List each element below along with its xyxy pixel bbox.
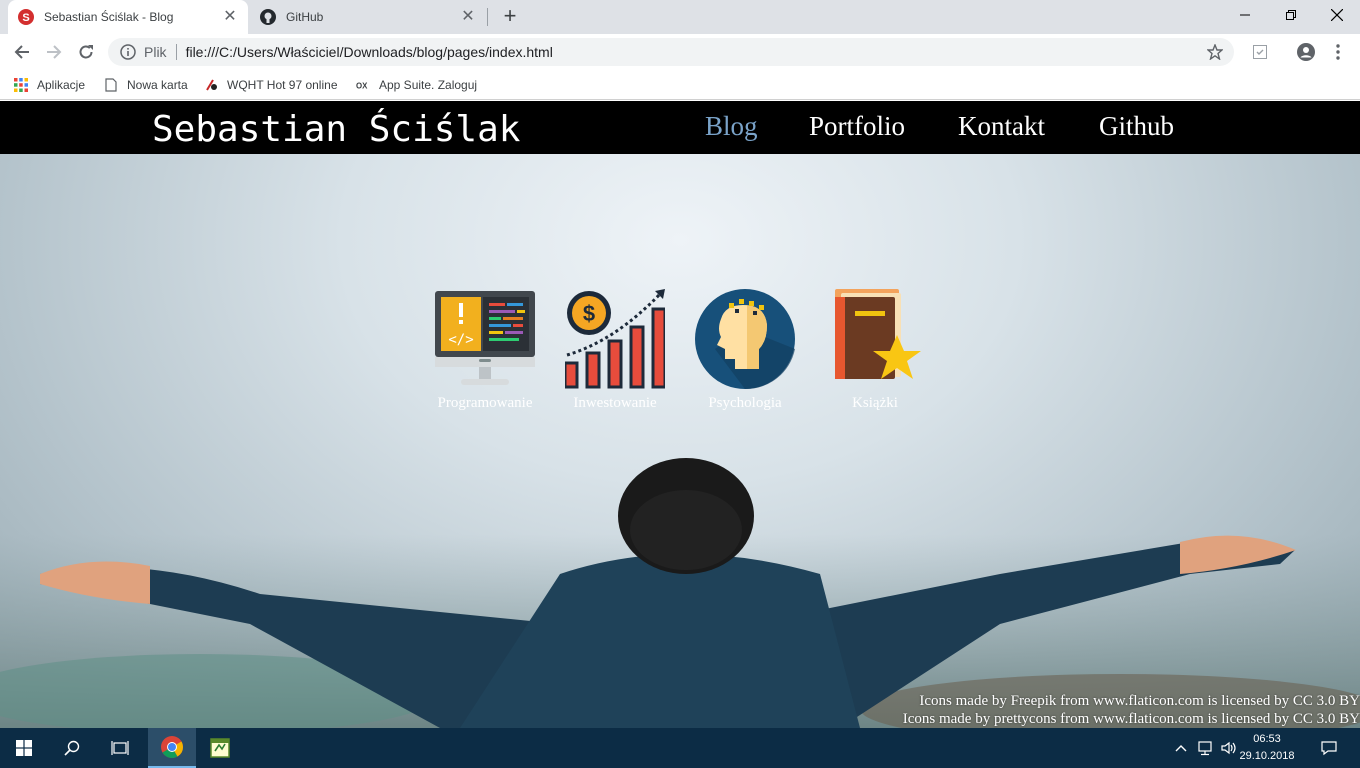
nav-kontakt-link[interactable]: Kontakt <box>958 111 1045 142</box>
head-mind-icon <box>695 289 795 389</box>
bookmark-star-icon[interactable] <box>1206 43 1224 61</box>
icon-credits: Icons made by Freepik from www.flaticon.… <box>903 692 1360 728</box>
svg-text:</>: </> <box>448 332 473 348</box>
reload-icon[interactable] <box>74 40 98 64</box>
growth-chart-icon: $ <box>565 289 665 389</box>
hero-person-image <box>0 458 1360 728</box>
credit-line: Icons made by prettycons from www.flatic… <box>902 711 1360 727</box>
forward-arrow-icon[interactable] <box>42 40 66 64</box>
tab-github[interactable]: GitHub ✕ <box>250 0 486 34</box>
search-icon[interactable] <box>48 728 96 768</box>
notification-icon[interactable] <box>1314 728 1344 768</box>
ox-icon: OX <box>356 78 370 92</box>
network-icon[interactable] <box>1194 728 1216 768</box>
category-programowanie[interactable]: </> Programowanie <box>425 289 545 412</box>
address-bar[interactable]: Plik file:///C:/Users/Właściciel/Downloa… <box>108 38 1234 66</box>
tab-blog[interactable]: S Sebastian Ściślak - Blog ✕ <box>8 0 248 34</box>
windows-start-icon[interactable] <box>0 728 48 768</box>
chevron-up-icon[interactable] <box>1172 728 1190 768</box>
svg-text:S: S <box>22 12 29 24</box>
taskbar: 06:53 29.10.2018 <box>0 728 1360 768</box>
minimize-icon[interactable] <box>1222 0 1268 30</box>
site-title[interactable]: Sebastian Ściślak <box>152 109 520 150</box>
url-text[interactable]: file:///C:/Users/Właściciel/Downloads/bl… <box>186 44 553 60</box>
profile-avatar-icon[interactable] <box>1294 40 1318 64</box>
bookmark-app-suite[interactable]: OX App Suite. Zaloguj <box>356 76 477 94</box>
site-header: Sebastian Ściślak Blog Portfolio Kontakt… <box>0 101 1360 154</box>
category-label: Inwestowanie <box>573 395 657 411</box>
new-tab-button[interactable]: + <box>498 5 522 29</box>
chrome-icon[interactable] <box>148 728 196 768</box>
menu-dots-icon[interactable] <box>1326 40 1350 64</box>
extension-icon[interactable] <box>1248 40 1272 64</box>
close-window-icon[interactable] <box>1314 0 1360 30</box>
bookmark-wqht[interactable]: WQHT Hot 97 online <box>204 76 338 94</box>
book-star-icon <box>835 289 921 379</box>
category-ksiazki[interactable]: Książki <box>815 289 935 412</box>
tab-title: GitHub <box>286 10 324 24</box>
omnibox-divider <box>175 44 177 60</box>
category-label: Książki <box>852 395 898 411</box>
svg-text:OX: OX <box>356 82 368 91</box>
credit-line: Icons made by Freepik from www.flaticon.… <box>919 693 1360 709</box>
nav-portfolio-link[interactable]: Portfolio <box>809 111 905 142</box>
browser-toolbar: Plik file:///C:/Users/Właściciel/Downloa… <box>0 34 1360 70</box>
tab-title: Sebastian Ściślak - Blog <box>44 10 174 24</box>
svg-text:$: $ <box>583 301 595 326</box>
tab-close-icon[interactable]: ✕ <box>222 9 238 25</box>
category-inwestowanie[interactable]: $ Inwestowanie <box>555 289 675 412</box>
github-icon <box>260 9 276 25</box>
category-psychologia[interactable]: Psychologia <box>685 289 805 412</box>
tab-strip: S Sebastian Ściślak - Blog ✕ GitHub ✕ + <box>0 0 1360 34</box>
bookmark-label: WQHT Hot 97 online <box>227 78 338 92</box>
radio-icon <box>204 78 218 92</box>
nav-blog-link[interactable]: Blog <box>705 111 758 142</box>
notepad-icon[interactable] <box>196 728 244 768</box>
nav-github-link[interactable]: Github <box>1099 111 1174 142</box>
category-label: Programowanie <box>437 395 533 411</box>
s-logo-icon: S <box>18 9 34 25</box>
tab-close-icon[interactable]: ✕ <box>460 9 476 25</box>
back-arrow-icon[interactable] <box>10 40 34 64</box>
bookmark-label: Nowa karta <box>127 78 188 92</box>
task-view-icon[interactable] <box>96 728 144 768</box>
category-label: Psychologia <box>708 395 782 411</box>
bookmark-new-tab[interactable]: Nowa karta <box>104 76 188 94</box>
page-viewport: Sebastian Ściślak Blog Portfolio Kontakt… <box>0 101 1360 728</box>
scheme-label: Plik <box>144 44 167 60</box>
hero-background <box>0 154 1360 728</box>
code-monitor-icon: </> <box>435 291 535 385</box>
clock-time: 06:53 <box>1253 733 1281 745</box>
bookmark-apps[interactable]: Aplikacje <box>14 76 85 94</box>
taskbar-clock[interactable]: 06:53 29.10.2018 <box>1236 731 1298 765</box>
clock-date: 29.10.2018 <box>1239 750 1295 762</box>
tab-divider <box>487 8 488 26</box>
bookmarks-bar: Aplikacje Nowa karta WQHT Hot 97 online … <box>0 70 1360 100</box>
info-icon[interactable] <box>120 44 136 60</box>
restore-icon[interactable] <box>1268 0 1314 30</box>
apps-grid-icon <box>14 78 28 92</box>
page-icon <box>104 78 118 92</box>
bookmark-label: App Suite. Zaloguj <box>379 78 478 92</box>
bookmark-label: Aplikacje <box>37 78 86 92</box>
